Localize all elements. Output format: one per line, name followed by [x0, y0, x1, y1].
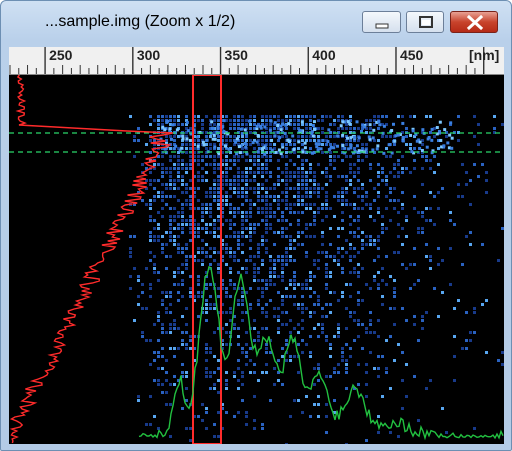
spectrum-image[interactable]	[9, 75, 504, 444]
ruler-label-450: 450	[399, 47, 424, 63]
ruler-ticks	[9, 47, 485, 74]
wavelength-ruler: 250 300 350 400 450 [nm]	[9, 47, 504, 75]
ruler-unit-label: [nm]	[469, 47, 500, 63]
ruler-label-250: 250	[49, 47, 73, 63]
intensity-pixels	[129, 115, 504, 444]
vertical-profile-line	[9, 75, 174, 444]
ruler-label-400: 400	[312, 47, 336, 63]
ruler-label-300: 300	[136, 47, 161, 63]
minimize-icon	[375, 23, 389, 29]
minimize-button[interactable]	[362, 11, 401, 33]
spectrum-canvas	[9, 75, 504, 444]
maximize-icon	[419, 16, 433, 28]
close-icon	[466, 14, 484, 31]
window-title: ...sample.img (Zoom x 1/2)	[45, 13, 236, 30]
close-button[interactable]	[450, 11, 498, 33]
maximize-button[interactable]	[406, 11, 444, 33]
title-bar[interactable]: ...sample.img (Zoom x 1/2)	[1, 1, 511, 45]
image-window: ...sample.img (Zoom x 1/2) 250 300 350 4…	[0, 0, 512, 451]
ruler-label-350: 350	[224, 47, 248, 63]
